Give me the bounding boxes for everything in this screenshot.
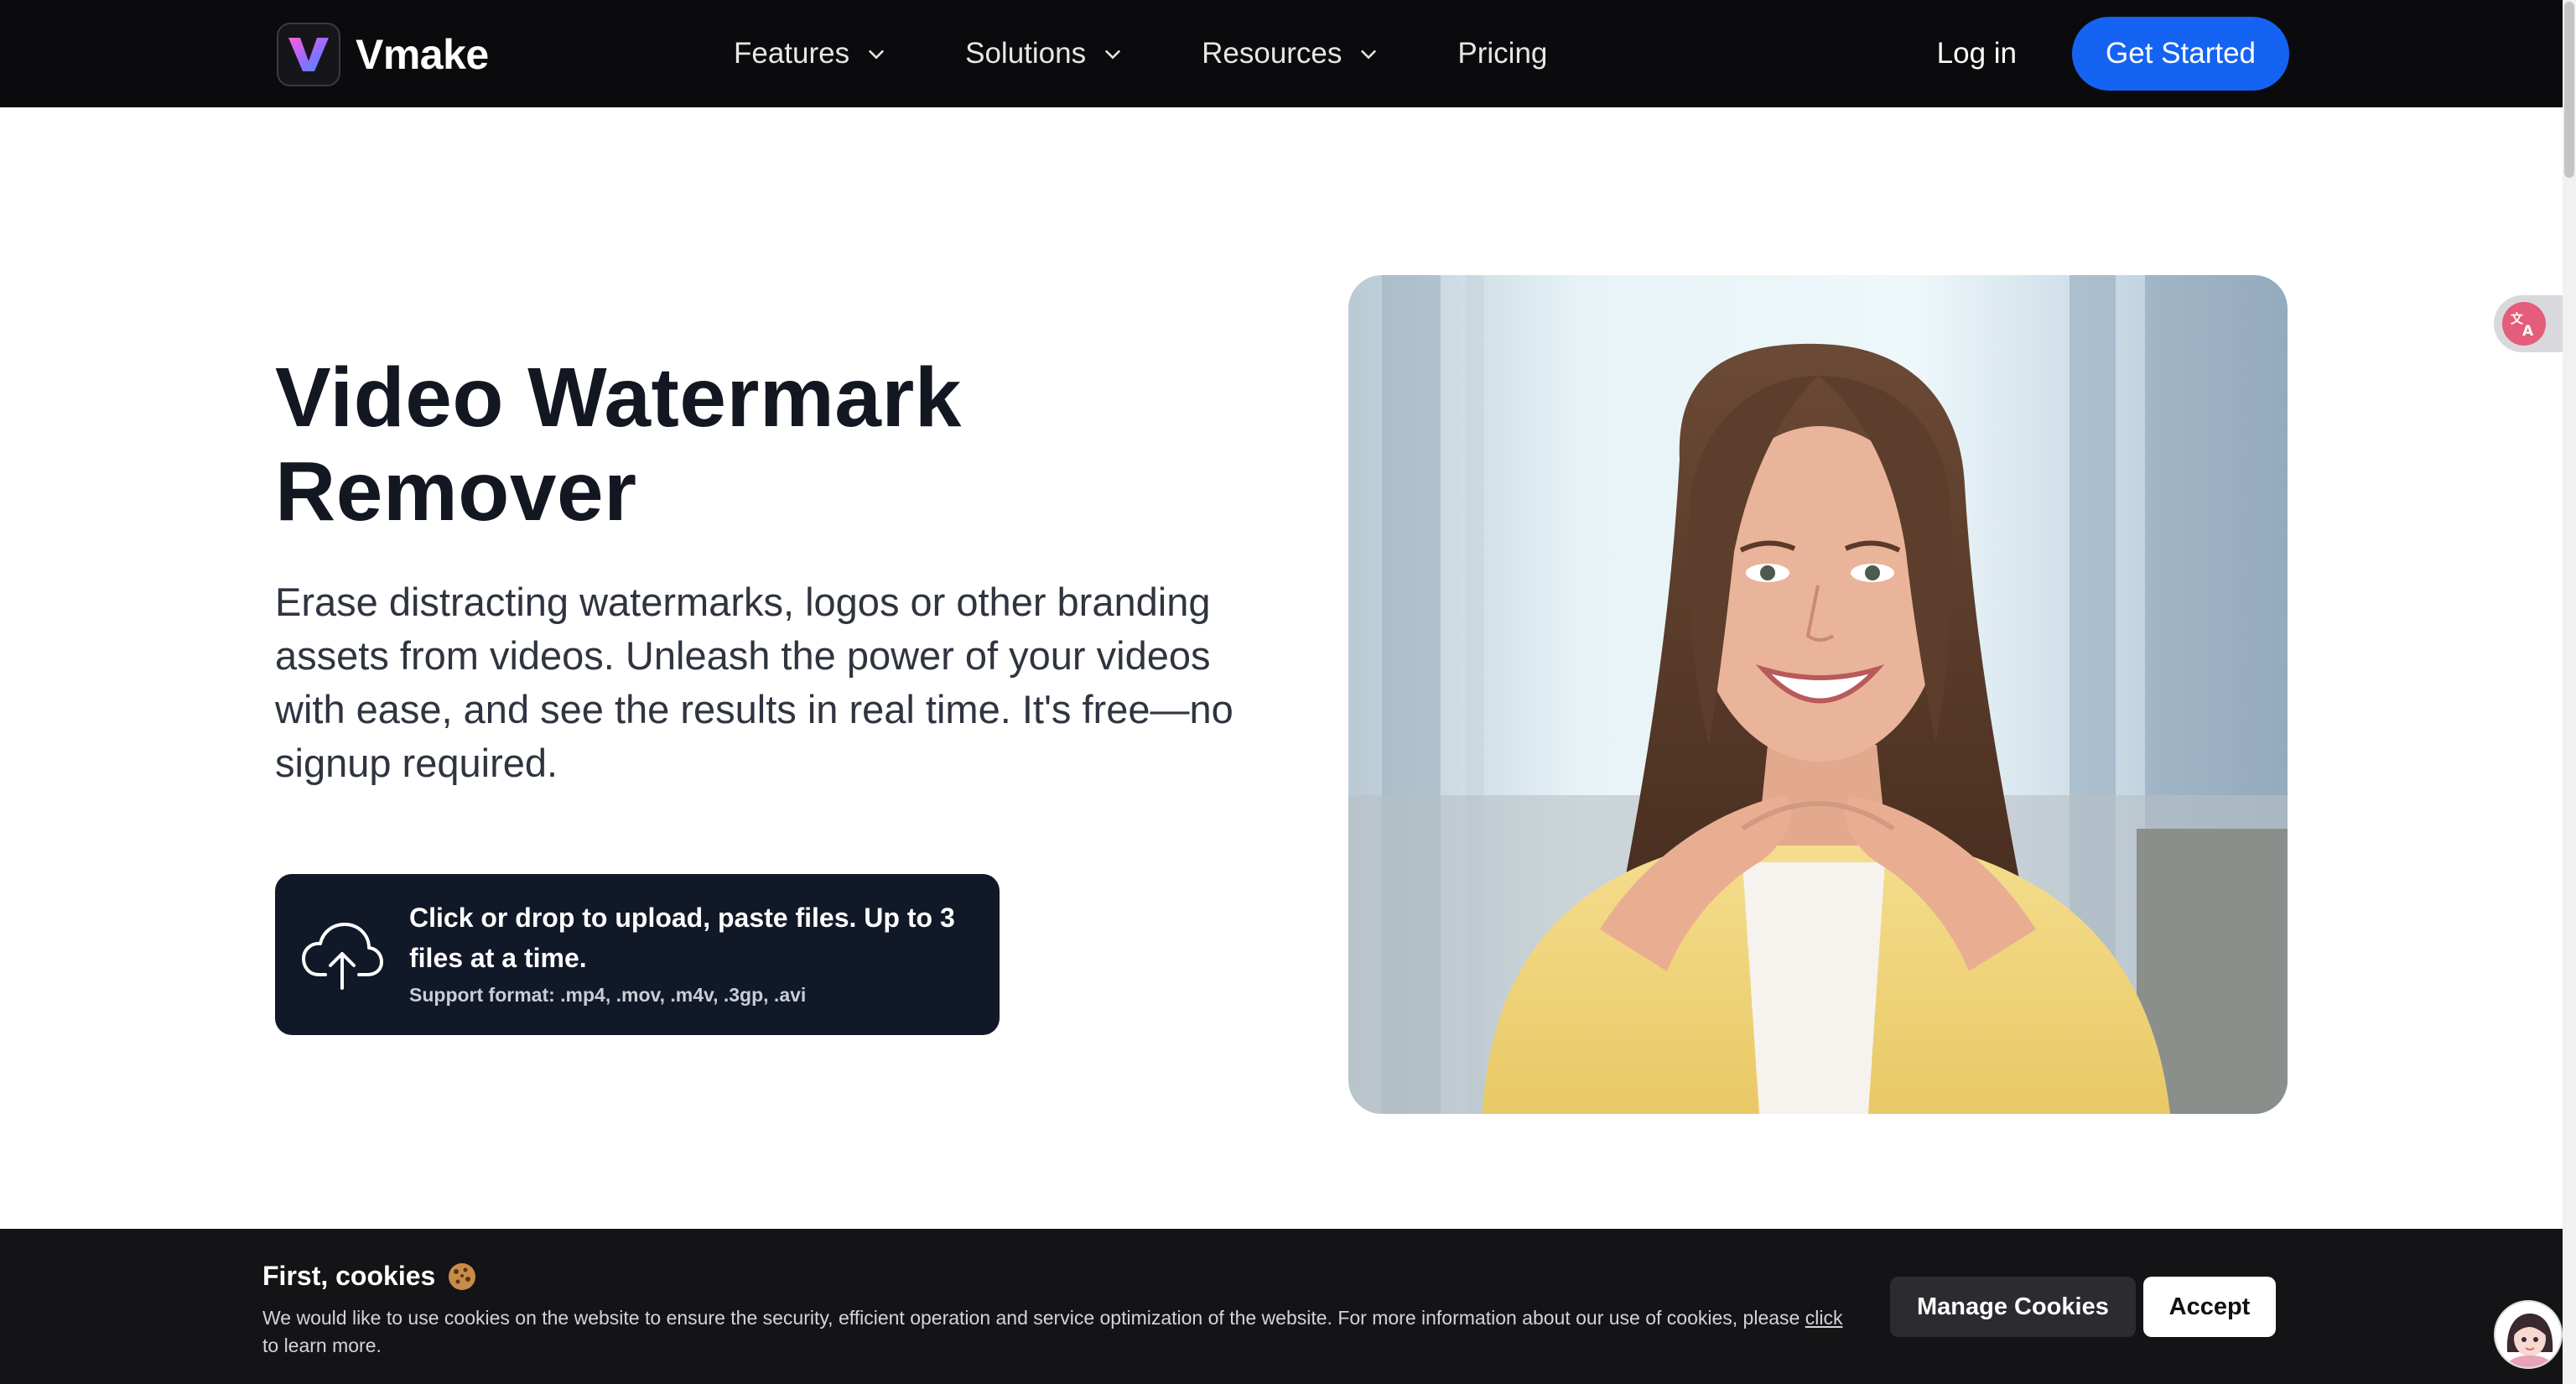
nav-actions: Log in Get Started [1937,17,2289,91]
nav-resources-label: Resources [1202,37,1343,70]
upload-dropzone[interactable]: Click or drop to upload, paste files. Up… [275,874,1000,1035]
cookie-banner: First, cookies We would like to use cook… [0,1229,2563,1384]
nav-solutions[interactable]: Solutions [965,37,1124,70]
brand-name: Vmake [356,31,489,78]
chevron-down-icon [1105,49,1121,60]
brand-logo[interactable]: Vmake [277,23,489,86]
nav-features-label: Features [734,37,850,70]
svg-text:A: A [2522,323,2534,339]
translate-widget[interactable]: 文 A [2494,295,2563,352]
page-scrollbar[interactable] [2563,0,2576,1384]
nav-pricing-label: Pricing [1457,37,1548,70]
nav-resources[interactable]: Resources [1202,37,1380,70]
upload-instructions: Click or drop to upload, paste files. Up… [409,903,955,973]
supported-formats: Support format: .mp4, .mov, .m4v, .3gp, … [409,984,807,1006]
cookie-icon [449,1262,476,1290]
nav-features[interactable]: Features [734,37,888,70]
login-link[interactable]: Log in [1937,37,2017,70]
chevron-down-icon [1361,49,1377,60]
hero-video-preview [1348,275,2288,1114]
main-menu: Features Solutions Resources Pricing [734,0,1624,107]
manage-cookies-button[interactable]: Manage Cookies [1890,1277,2136,1337]
cookie-title: First, cookies [262,1261,477,1292]
translate-icon: 文 A [2502,302,2546,346]
nav-solutions-label: Solutions [965,37,1087,70]
page: Vmake Features Solutions Resources Prici… [0,0,2576,1384]
chevron-down-icon [869,49,885,60]
nav-pricing[interactable]: Pricing [1457,37,1547,70]
scrollbar-thumb[interactable] [2564,2,2574,178]
cookie-message-end: to learn more. [262,1335,382,1356]
vmake-v-logo-icon [277,23,340,86]
cookie-learn-more-link[interactable]: click [1805,1307,1843,1329]
assistant-avatar-icon[interactable] [2494,1300,2563,1369]
cookie-title-text: First, cookies [262,1261,436,1291]
hero-description: Erase distracting watermarks, logos or o… [275,580,1233,785]
get-started-button[interactable]: Get Started [2072,17,2289,91]
accept-cookies-button[interactable]: Accept [2143,1277,2276,1337]
page-title: Video Watermark Remover [275,351,962,539]
top-nav: Vmake Features Solutions Resources Prici… [0,0,2563,107]
cookie-message: We would like to use cookies on the webs… [262,1304,1856,1360]
cookie-message-text: We would like to use cookies on the webs… [262,1307,1800,1329]
cloud-upload-icon [302,923,383,990]
